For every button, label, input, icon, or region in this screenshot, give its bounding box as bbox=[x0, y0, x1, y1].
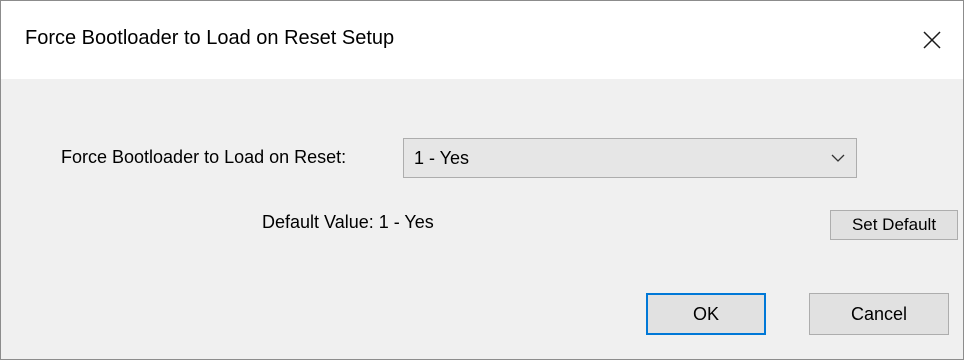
set-default-button[interactable]: Set Default bbox=[830, 210, 958, 240]
close-button[interactable] bbox=[901, 1, 963, 79]
default-value-label: Default Value: 1 - Yes bbox=[262, 212, 434, 232]
cancel-button[interactable]: Cancel bbox=[809, 293, 949, 335]
window-title: Force Bootloader to Load on Reset Setup bbox=[25, 27, 395, 49]
chevron-down-icon bbox=[830, 152, 846, 164]
setup-dialog: Force Bootloader to Load on Reset Setup … bbox=[0, 0, 964, 360]
close-icon bbox=[922, 30, 942, 50]
force-bootloader-label: Force Bootloader to Load on Reset: bbox=[61, 147, 347, 167]
ok-button[interactable]: OK bbox=[646, 293, 766, 335]
select-value: 1 - Yes bbox=[414, 148, 470, 168]
title-bar: Force Bootloader to Load on Reset Setup bbox=[1, 1, 963, 79]
force-bootloader-select[interactable]: 1 - Yes bbox=[403, 138, 857, 178]
